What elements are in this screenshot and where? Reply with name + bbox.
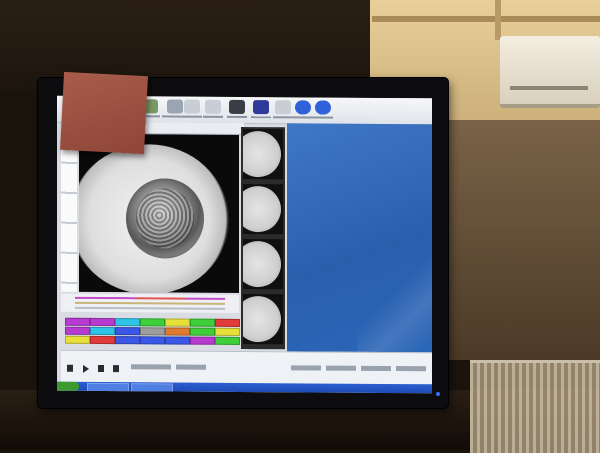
toolbar-label (251, 116, 271, 119)
play-icon[interactable] (83, 364, 89, 373)
toolbar-button-2[interactable] (167, 99, 183, 114)
skip-back-icon[interactable] (67, 364, 73, 372)
toolbar-button-4[interactable] (205, 99, 221, 114)
timeline-segment (75, 301, 225, 305)
toolbar-label (273, 116, 293, 119)
tag-button[interactable] (140, 336, 165, 345)
thumbnail-well (243, 185, 281, 233)
thumbnail[interactable] (243, 293, 283, 345)
start-button[interactable] (57, 381, 79, 391)
toolbar-label (313, 116, 333, 119)
tag-button[interactable] (140, 327, 165, 336)
thumbnail-well (243, 130, 281, 178)
toolbar-label (293, 116, 313, 119)
tag-button[interactable] (190, 327, 215, 336)
frame-readout (176, 364, 206, 370)
toolbar-button-3[interactable] (184, 99, 200, 114)
tag-button[interactable] (215, 327, 240, 336)
room-background (0, 0, 380, 90)
tag-button[interactable] (190, 336, 215, 345)
taskbar-app[interactable] (131, 383, 173, 393)
toolbar-label (203, 115, 223, 118)
tag-button[interactable] (90, 326, 115, 336)
tag-button[interactable] (90, 317, 115, 327)
speed-selector[interactable] (131, 364, 171, 370)
thumbnail[interactable] (243, 128, 283, 180)
embryo-cells (136, 188, 194, 249)
info-cell (291, 365, 321, 371)
taskbar-app[interactable] (87, 382, 129, 393)
tag-button[interactable] (215, 318, 240, 327)
tag-button[interactable] (115, 318, 140, 327)
timeline-segment (75, 296, 135, 300)
power-led-icon (436, 392, 440, 396)
tag-button[interactable] (190, 318, 215, 327)
tag-button[interactable] (115, 336, 140, 345)
embryo-image-view[interactable] (79, 133, 239, 293)
toolbar-label (227, 115, 247, 119)
lab-incubator (500, 36, 600, 108)
tag-button[interactable] (65, 335, 90, 344)
timeline-track[interactable] (61, 293, 239, 313)
tag-button[interactable] (215, 336, 240, 345)
playback-controls (61, 357, 432, 385)
toolbar-button-7[interactable] (275, 100, 291, 115)
thumbnail[interactable] (243, 238, 283, 290)
tag-button[interactable] (140, 318, 165, 327)
tag-button[interactable] (115, 327, 140, 336)
tag-button[interactable] (165, 336, 190, 345)
well-selector-strip[interactable] (61, 133, 77, 292)
toolbar-label (182, 115, 202, 118)
tag-button[interactable] (165, 327, 190, 336)
timeline-segment (185, 297, 225, 300)
info-cell (361, 365, 391, 372)
timeline-segment (75, 306, 225, 310)
camera-icon[interactable] (229, 99, 245, 115)
skip-forward-icon[interactable] (113, 365, 119, 373)
window-frame (495, 0, 501, 40)
tag-button[interactable] (165, 318, 190, 327)
stop-icon[interactable] (98, 364, 104, 373)
thumbnail-well (243, 295, 281, 343)
annotation-tag-grid (65, 317, 243, 349)
toolbar-label (162, 115, 182, 118)
incubator-slot (510, 86, 588, 90)
storage-basket (470, 360, 600, 453)
shelf (372, 16, 600, 22)
help-icon[interactable] (295, 100, 311, 115)
tag-button[interactable] (90, 335, 115, 345)
tag-button[interactable] (65, 317, 90, 326)
info-cell (326, 365, 356, 371)
info-cell (396, 366, 426, 372)
gear-icon[interactable] (253, 100, 269, 115)
sticky-note (60, 71, 148, 155)
thumbnail-column (241, 126, 285, 350)
thumbnail[interactable] (243, 183, 283, 235)
timeline-segment (135, 297, 185, 300)
tag-button[interactable] (65, 326, 90, 335)
info-icon[interactable] (315, 100, 331, 115)
thumbnail-well (243, 240, 281, 288)
right-wall (440, 120, 600, 360)
